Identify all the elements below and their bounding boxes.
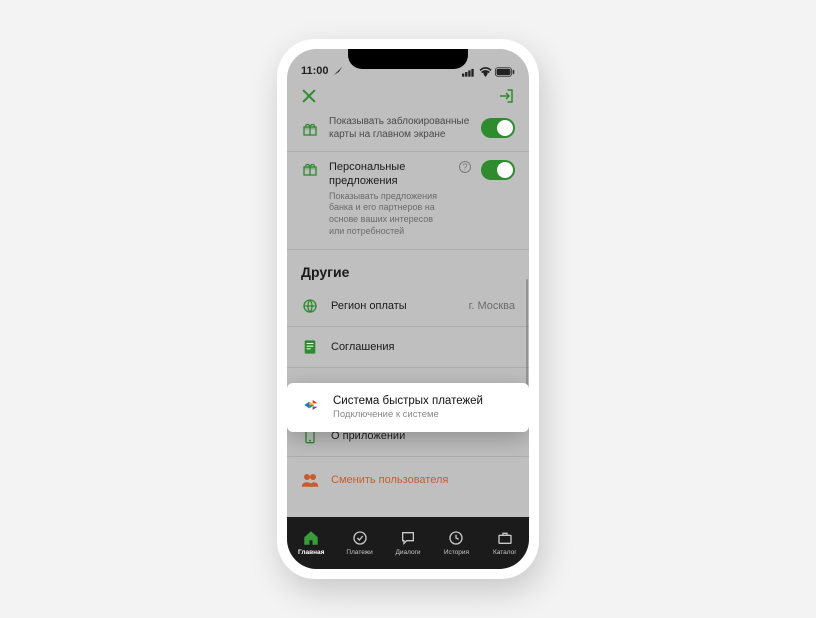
- document-icon: [301, 339, 319, 355]
- signal-icon: [462, 67, 476, 77]
- chat-icon: [399, 529, 417, 547]
- phone-notch: [348, 49, 468, 69]
- setting-desc: Показывать предложения банка и его партн…: [329, 191, 449, 238]
- toggle-blocked-cards[interactable]: [481, 118, 515, 138]
- status-time: 11:00: [301, 65, 329, 77]
- row-label: Сменить пользователя: [331, 474, 515, 486]
- toggle-personal-offers[interactable]: [481, 160, 515, 180]
- row-value: г. Москва: [469, 300, 515, 312]
- help-icon[interactable]: ?: [459, 161, 471, 173]
- row-label: Регион оплаты: [331, 300, 457, 312]
- setting-subtitle: карты на главном экране: [329, 128, 471, 141]
- tab-bar: Главная Платежи Диалоги: [287, 517, 529, 569]
- sbp-icon: [301, 395, 321, 420]
- row-label: Система быстрых платежей: [333, 395, 515, 407]
- row-label: О приложении: [331, 430, 515, 442]
- tab-payments[interactable]: Платежи: [335, 529, 383, 556]
- close-button[interactable]: [301, 88, 317, 104]
- nav-bar: [287, 79, 529, 113]
- setting-text: Показывать заблокированные карты на глав…: [329, 115, 471, 141]
- clock-icon: [447, 529, 465, 547]
- wifi-icon: [479, 67, 492, 77]
- row-sbp-highlighted[interactable]: Система быстрых платежей Подключение к с…: [287, 383, 529, 432]
- row-label: Соглашения: [331, 341, 515, 353]
- scroll-indicator: [526, 279, 528, 389]
- setting-title: Персональные предложения: [329, 160, 449, 189]
- tab-dialogs[interactable]: Диалоги: [384, 529, 432, 556]
- row-sublabel: Подключение к системе: [333, 409, 515, 420]
- logout-button[interactable]: [497, 87, 515, 105]
- location-icon: [333, 66, 343, 76]
- phone-screen-container: 11:00: [287, 49, 529, 569]
- setting-title: Показывать заблокированные: [329, 115, 471, 128]
- row-agreements[interactable]: Соглашения: [287, 327, 529, 368]
- row-region[interactable]: Регион оплаты г. Москва: [287, 286, 529, 327]
- home-icon: [302, 529, 320, 547]
- tab-home[interactable]: Главная: [287, 529, 335, 556]
- tab-catalog[interactable]: Каталог: [481, 529, 529, 556]
- status-time-group: 11:00: [301, 65, 343, 77]
- row-switch-user[interactable]: Сменить пользователя: [287, 457, 529, 499]
- battery-icon: [495, 67, 515, 77]
- tab-label: Платежи: [346, 549, 372, 556]
- tab-label: История: [444, 549, 469, 556]
- section-heading-other: Другие: [287, 250, 529, 286]
- payments-icon: [351, 529, 369, 547]
- tab-label: Каталог: [493, 549, 517, 556]
- gift-icon: [301, 120, 319, 137]
- setting-row-blocked-cards[interactable]: Показывать заблокированные карты на глав…: [287, 113, 529, 152]
- tab-label: Главная: [298, 549, 324, 556]
- users-icon: [301, 473, 319, 487]
- status-right-icons: [462, 67, 515, 77]
- briefcase-icon: [496, 529, 514, 547]
- setting-text: Персональные предложения Показывать пред…: [329, 160, 449, 237]
- row-text: Система быстрых платежей Подключение к с…: [333, 395, 515, 420]
- app-screen: 11:00: [287, 49, 529, 569]
- close-icon: [301, 88, 317, 104]
- logout-icon: [497, 87, 515, 105]
- phone-frame: 11:00: [277, 39, 539, 579]
- globe-icon: [301, 298, 319, 314]
- setting-row-personal-offers[interactable]: Персональные предложения Показывать пред…: [287, 152, 529, 250]
- gift-icon: [301, 160, 319, 177]
- tab-label: Диалоги: [395, 549, 420, 556]
- tab-history[interactable]: История: [432, 529, 480, 556]
